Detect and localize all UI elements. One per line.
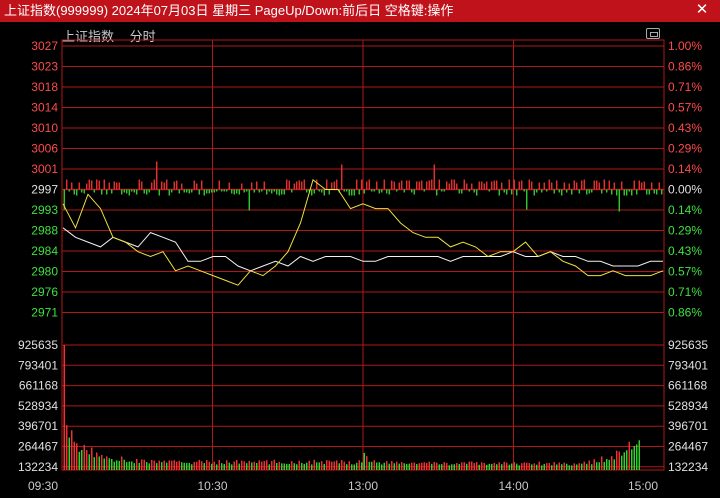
percent-tick-label: 0.57% [668, 101, 702, 115]
volume-tick-label: 661168 [19, 379, 58, 393]
time-tick-label: 15:00 [628, 479, 658, 493]
price-tick-label: 3014 [31, 101, 58, 115]
percent-tick-label: 0.71% [668, 285, 702, 299]
percent-tick-label: 0.14% [668, 203, 702, 217]
volume-tick-label: 396701 [18, 419, 58, 433]
volume-tick-label: 793401 [18, 358, 58, 372]
percent-tick-label: 0.86% [668, 60, 702, 74]
percent-tick-label: 0.71% [668, 80, 702, 94]
price-tick-label: 2980 [31, 265, 58, 279]
intraday-chart: 3027 1.00% 3023 0.86% 3018 0.71% 3014 0.57% 3010… [18, 39, 708, 493]
volume-tick-label: 264467 [18, 440, 58, 454]
volume-tick-label-right: 793401 [668, 358, 708, 372]
percent-tick-label: 0.29% [668, 142, 702, 156]
price-tick-label: 3006 [31, 142, 58, 156]
time-tick-label: 10:30 [197, 479, 227, 493]
volume-tick-label-right: 528934 [668, 399, 708, 413]
price-tick-label: 3023 [31, 60, 58, 74]
percent-tick-label: 0.43% [668, 244, 702, 258]
percent-tick-label: 0.29% [668, 224, 702, 238]
price-tick-label: 2971 [31, 306, 58, 320]
volume-tick-label-right: 925635 [668, 338, 708, 352]
percent-tick-label: 0.43% [668, 121, 702, 135]
volume-tick-label: 528934 [18, 399, 58, 413]
percent-tick-label: 0.57% [668, 265, 702, 279]
percent-tick-label: 0.14% [668, 162, 702, 176]
price-tick-label: 3010 [31, 121, 58, 135]
price-tick-label: 2993 [31, 203, 58, 217]
price-tick-label: 2984 [31, 244, 58, 258]
price-tick-label: 3001 [31, 162, 58, 176]
volume-tick-label-right: 661168 [668, 379, 707, 393]
volume-tick-label-right: 396701 [668, 419, 708, 433]
price-tick-label: 3027 [31, 39, 58, 53]
time-tick-label: 13:00 [348, 479, 378, 493]
price-tick-label: 3018 [31, 80, 58, 94]
price-tick-label: 2988 [31, 224, 58, 238]
time-tick-label: 09:30 [28, 479, 58, 493]
volume-tick-label: 132234 [18, 460, 58, 474]
time-tick-label: 14:00 [498, 479, 528, 493]
price-tick-label: 2976 [31, 285, 58, 299]
percent-tick-label: 0.00% [668, 183, 702, 197]
volume-tick-label: 925635 [18, 338, 58, 352]
volume-tick-label-right: 132234 [668, 460, 708, 474]
percent-tick-label: 0.86% [668, 306, 702, 320]
volume-tick-label-right: 264467 [668, 440, 708, 454]
percent-tick-label: 1.00% [668, 39, 702, 53]
price-tick-label: 2997 [31, 183, 58, 197]
